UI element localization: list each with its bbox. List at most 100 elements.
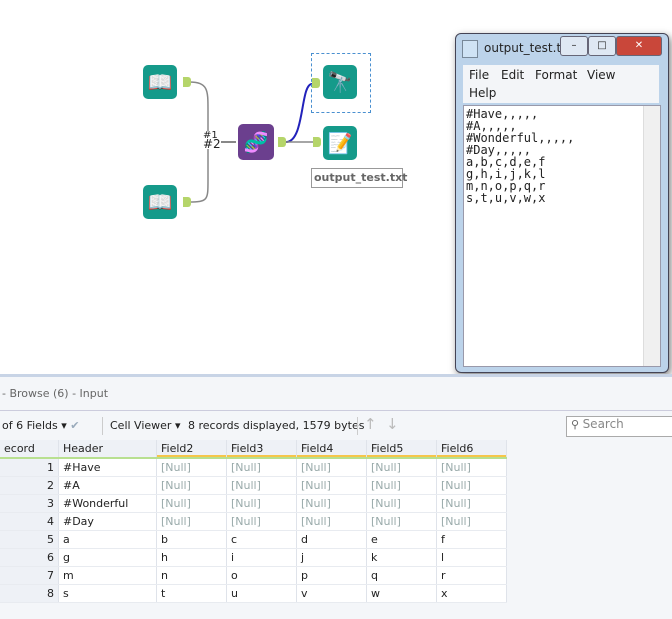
arrow-down-icon[interactable]: ↓ [386,415,399,433]
table-cell[interactable]: j [296,548,367,567]
menu-edit[interactable]: Edit [501,68,524,82]
output-anchor[interactable] [183,77,191,87]
table-cell[interactable]: d [296,530,367,549]
table-cell[interactable]: #Day [58,512,157,531]
record-number[interactable]: 1 [0,458,59,477]
table-cell[interactable]: f [436,530,507,549]
input-tool-2[interactable]: 📖 [143,185,177,219]
table-row[interactable]: 5abcdef [0,530,507,549]
record-number[interactable]: 7 [0,566,59,585]
table-row[interactable]: 3 #Wonderful [Null] [Null] [Null] [Null] [Null… [0,494,507,513]
record-number[interactable]: 6 [0,548,59,567]
record-number[interactable]: 4 [0,512,59,531]
table-cell[interactable]: [Null] [366,512,437,531]
record-number[interactable]: 3 [0,494,59,513]
record-number[interactable]: 5 [0,530,59,549]
maximize-button[interactable]: □ [588,36,616,56]
table-cell[interactable]: u [226,584,297,603]
table-row[interactable]: 2 #A [Null] [Null] [Null] [Null] [Null] [0,476,507,495]
table-cell[interactable]: [Null] [156,494,227,513]
table-cell[interactable]: n [156,566,227,585]
text-area[interactable]: #Have,,,,, #A,,,,, #Wonderful,,,,, #Day,,,,… [463,105,661,367]
output-tool-annotation: output_test.txt [311,168,407,188]
output-anchor[interactable] [183,197,191,207]
menu-file[interactable]: File [469,68,489,82]
column-record[interactable]: ecord [0,440,59,459]
menu-help[interactable]: Help [469,86,496,100]
column-field3[interactable]: Field3 [226,440,297,459]
menu-view[interactable]: View [587,68,615,82]
table-cell[interactable]: [Null] [296,494,367,513]
input-tool-1[interactable]: 📖 [143,65,177,99]
table-cell[interactable]: [Null] [226,494,297,513]
table-cell[interactable]: r [436,566,507,585]
table-cell[interactable]: [Null] [366,476,437,495]
table-cell[interactable]: x [436,584,507,603]
table-cell[interactable]: t [156,584,227,603]
output-file-icon: 📝 [327,131,353,155]
table-cell[interactable]: l [436,548,507,567]
table-cell[interactable]: e [366,530,437,549]
browse-tool[interactable]: 🔭 [323,65,357,99]
table-row[interactable]: 4 #Day [Null] [Null] [Null] [Null] [Null] [0,512,507,531]
table-cell[interactable]: [Null] [296,458,367,477]
table-cell[interactable]: [Null] [366,494,437,513]
fields-selector[interactable]: of 6 Fields ▾ ✔ [2,419,79,432]
table-cell[interactable]: w [366,584,437,603]
record-number[interactable]: 2 [0,476,59,495]
table-cell[interactable]: i [226,548,297,567]
table-cell[interactable]: [Null] [366,458,437,477]
table-cell[interactable]: o [226,566,297,585]
table-cell[interactable]: [Null] [156,458,227,477]
table-cell[interactable]: [Null] [226,476,297,495]
table-cell[interactable]: [Null] [436,476,507,495]
table-cell[interactable]: m [58,566,157,585]
table-cell[interactable]: #Have [58,458,157,477]
column-field5[interactable]: Field5 [366,440,437,459]
table-row[interactable]: 7mnopqr [0,566,507,585]
transform-tool[interactable]: 🧬 [238,124,274,160]
table-cell[interactable]: [Null] [436,494,507,513]
notepad-window[interactable]: output_test.t... – □ ✕ File Edit Format … [455,33,669,373]
column-field6[interactable]: Field6 [436,440,507,459]
output-anchor[interactable] [278,137,286,147]
table-cell[interactable]: [Null] [436,458,507,477]
output-tool[interactable]: 📝 [323,126,357,160]
input-anchor[interactable] [312,78,320,88]
table-row[interactable]: 6ghijkl [0,548,507,567]
table-cell[interactable]: [Null] [156,512,227,531]
table-cell[interactable]: [Null] [226,458,297,477]
table-cell[interactable]: [Null] [296,476,367,495]
column-field2[interactable]: Field2 [156,440,227,459]
menu-format[interactable]: Format [535,68,577,82]
table-row[interactable]: 8stuvwx [0,584,507,603]
arrow-up-icon[interactable]: ↑ [364,415,377,433]
table-cell[interactable]: h [156,548,227,567]
check-icon[interactable]: ✔ [70,419,79,432]
table-cell[interactable]: a [58,530,157,549]
vertical-scrollbar[interactable] [643,106,660,366]
cell-viewer-dropdown[interactable]: Cell Viewer ▾ [110,419,180,432]
table-cell[interactable]: g [58,548,157,567]
table-cell[interactable]: #Wonderful [58,494,157,513]
table-cell[interactable]: p [296,566,367,585]
table-cell[interactable]: #A [58,476,157,495]
table-cell[interactable]: [Null] [226,512,297,531]
table-cell[interactable]: [Null] [156,476,227,495]
table-cell[interactable]: k [366,548,437,567]
input-anchor[interactable] [313,137,321,147]
table-cell[interactable]: [Null] [296,512,367,531]
table-cell[interactable]: v [296,584,367,603]
column-header[interactable]: Header [58,440,157,459]
search-input[interactable]: ⚲ Search [566,416,672,437]
column-field4[interactable]: Field4 [296,440,367,459]
minimize-button[interactable]: – [560,36,588,56]
table-cell[interactable]: s [58,584,157,603]
table-cell[interactable]: b [156,530,227,549]
table-cell[interactable]: c [226,530,297,549]
record-number[interactable]: 8 [0,584,59,603]
close-button[interactable]: ✕ [616,36,662,56]
table-cell[interactable]: [Null] [436,512,507,531]
table-row[interactable]: 1 #Have [Null] [Null] [Null] [Null] [Null] [0,458,507,477]
table-cell[interactable]: q [366,566,437,585]
